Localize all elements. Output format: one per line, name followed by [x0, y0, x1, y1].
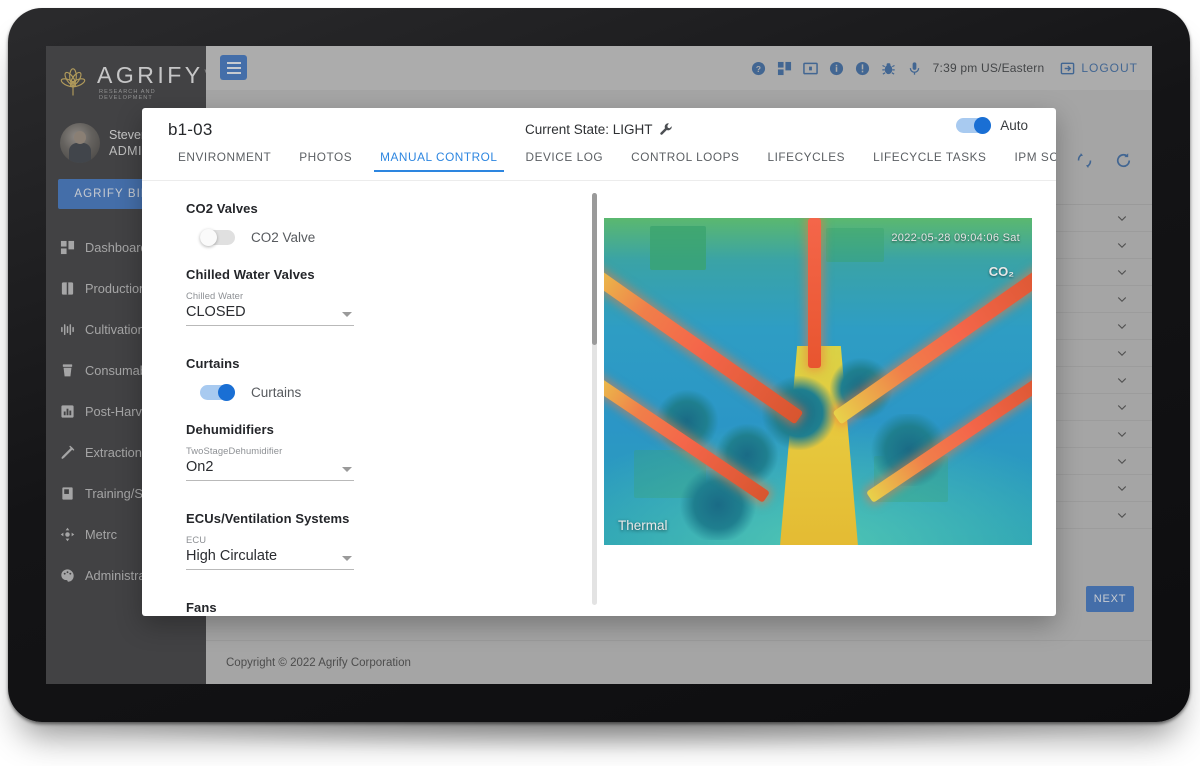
chilled-water-select[interactable]: CLOSED: [186, 303, 354, 326]
dehumidifier-select[interactable]: On2: [186, 458, 354, 481]
thermal-caption: Thermal: [618, 518, 668, 533]
thermal-camera-image[interactable]: 2022-05-28 09:04:06 Sat CO₂ Thermal: [604, 218, 1032, 545]
group-title-ecu: ECUs/Ventilation Systems: [186, 511, 594, 526]
tab-control-loops[interactable]: CONTROL LOOPS: [617, 150, 753, 172]
group-title-curtains: Curtains: [186, 356, 594, 371]
dehumidifier-field-label: TwoStageDehumidifier: [186, 445, 354, 456]
group-title-dehumidifiers: Dehumidifiers: [186, 422, 594, 437]
tab-photos[interactable]: PHOTOS: [285, 150, 366, 172]
ecu-value: High Circulate: [186, 548, 277, 564]
current-state: Current State: LIGHT: [142, 122, 1056, 137]
thermal-panel: [650, 226, 706, 270]
group-title-chilled-water: Chilled Water Valves: [186, 267, 594, 282]
device-detail-modal: b1-03 Current State: LIGHT Auto ENVIRONM…: [142, 108, 1056, 616]
chilled-water-field: Chilled Water CLOSED: [186, 290, 354, 326]
tab-manual-control[interactable]: MANUAL CONTROL: [366, 150, 511, 172]
tab-ipm-scouting[interactable]: IPM SCOUTING: [1000, 150, 1056, 172]
thermal-panel: [826, 228, 884, 262]
ecu-field: ECU High Circulate: [186, 534, 354, 570]
tab-lifecycles[interactable]: LIFECYCLES: [753, 150, 859, 172]
auto-toggle-group: Auto: [956, 118, 1028, 133]
chilled-water-field-label: Chilled Water: [186, 290, 354, 301]
tab-lifecycle-tasks[interactable]: LIFECYCLE TASKS: [859, 150, 1000, 172]
curtains-row: Curtains: [200, 385, 594, 400]
chevron-down-icon: [342, 467, 352, 472]
auto-label: Auto: [1000, 118, 1028, 133]
tab-environment[interactable]: ENVIRONMENT: [164, 150, 285, 172]
ecu-field-label: ECU: [186, 534, 354, 545]
current-state-label: Current State: LIGHT: [525, 122, 652, 137]
modal-header: b1-03 Current State: LIGHT Auto: [142, 108, 1056, 150]
group-title-co2: CO2 Valves: [186, 201, 594, 216]
thermal-co2-label: CO₂: [989, 264, 1014, 279]
tablet-screen: AGRIFY™ RESEARCH AND DEVELOPMENT Steven …: [46, 46, 1152, 684]
group-title-fans: Fans: [186, 600, 594, 615]
chilled-water-value: CLOSED: [186, 304, 246, 320]
chevron-down-icon: [342, 312, 352, 317]
co2-valve-row: CO2 Valve: [200, 230, 594, 245]
co2-valve-label: CO2 Valve: [251, 230, 315, 245]
curtains-label: Curtains: [251, 385, 301, 400]
modal-tabs: ENVIRONMENT PHOTOS MANUAL CONTROL DEVICE…: [164, 150, 1034, 180]
dehumidifier-field: TwoStageDehumidifier On2: [186, 445, 354, 481]
modal-scrollbar[interactable]: [592, 193, 597, 605]
chevron-down-icon: [342, 556, 352, 561]
wrench-icon[interactable]: [659, 122, 673, 136]
thermal-timestamp: 2022-05-28 09:04:06 Sat: [891, 232, 1020, 244]
dehumidifier-value: On2: [186, 459, 213, 475]
thermal-heat-beam: [808, 218, 821, 368]
modal-body: CO2 Valves CO2 Valve Chilled Water Valve…: [142, 181, 1056, 616]
manual-control-panel: CO2 Valves CO2 Valve Chilled Water Valve…: [142, 181, 594, 616]
scrollbar-thumb[interactable]: [592, 193, 597, 345]
auto-toggle[interactable]: [956, 118, 991, 133]
curtains-toggle[interactable]: [200, 385, 235, 400]
co2-valve-toggle[interactable]: [200, 230, 235, 245]
tab-device-log[interactable]: DEVICE LOG: [512, 150, 618, 172]
ecu-select[interactable]: High Circulate: [186, 547, 354, 570]
